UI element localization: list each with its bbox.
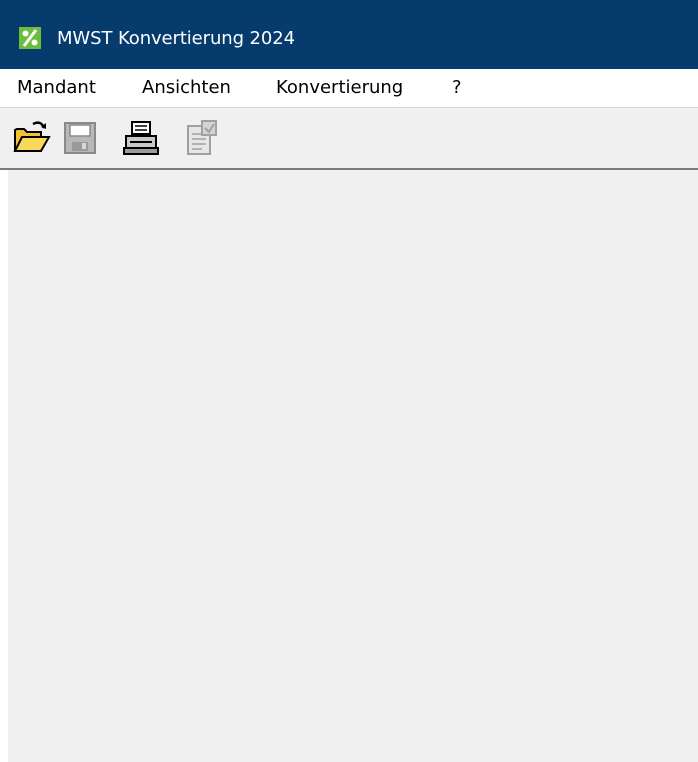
save-button[interactable] — [60, 118, 100, 158]
open-folder-icon — [13, 121, 51, 152]
menu-help[interactable]: ? — [452, 77, 462, 99]
percent-app-icon[interactable] — [19, 27, 41, 49]
print-button[interactable] — [121, 118, 161, 158]
toolbar — [0, 108, 698, 170]
client-left-border — [0, 170, 8, 762]
properties-icon — [187, 120, 217, 155]
menu-mandant[interactable]: Mandant — [17, 77, 96, 99]
title-bar[interactable]: MWST Konvertierung 2024 — [0, 0, 698, 69]
menu-ansichten[interactable]: Ansichten — [142, 77, 231, 99]
window-title: MWST Konvertierung 2024 — [57, 28, 295, 49]
open-button[interactable] — [11, 118, 51, 158]
save-disk-icon — [64, 122, 96, 154]
printer-icon — [123, 121, 159, 155]
menu-konvertierung[interactable]: Konvertierung — [276, 77, 403, 99]
properties-button[interactable] — [182, 118, 222, 158]
app-window: MWST Konvertierung 2024 Mandant Ansichte… — [0, 0, 698, 762]
client-area[interactable] — [8, 170, 698, 762]
menu-bar: Mandant Ansichten Konvertierung ? — [0, 69, 698, 108]
